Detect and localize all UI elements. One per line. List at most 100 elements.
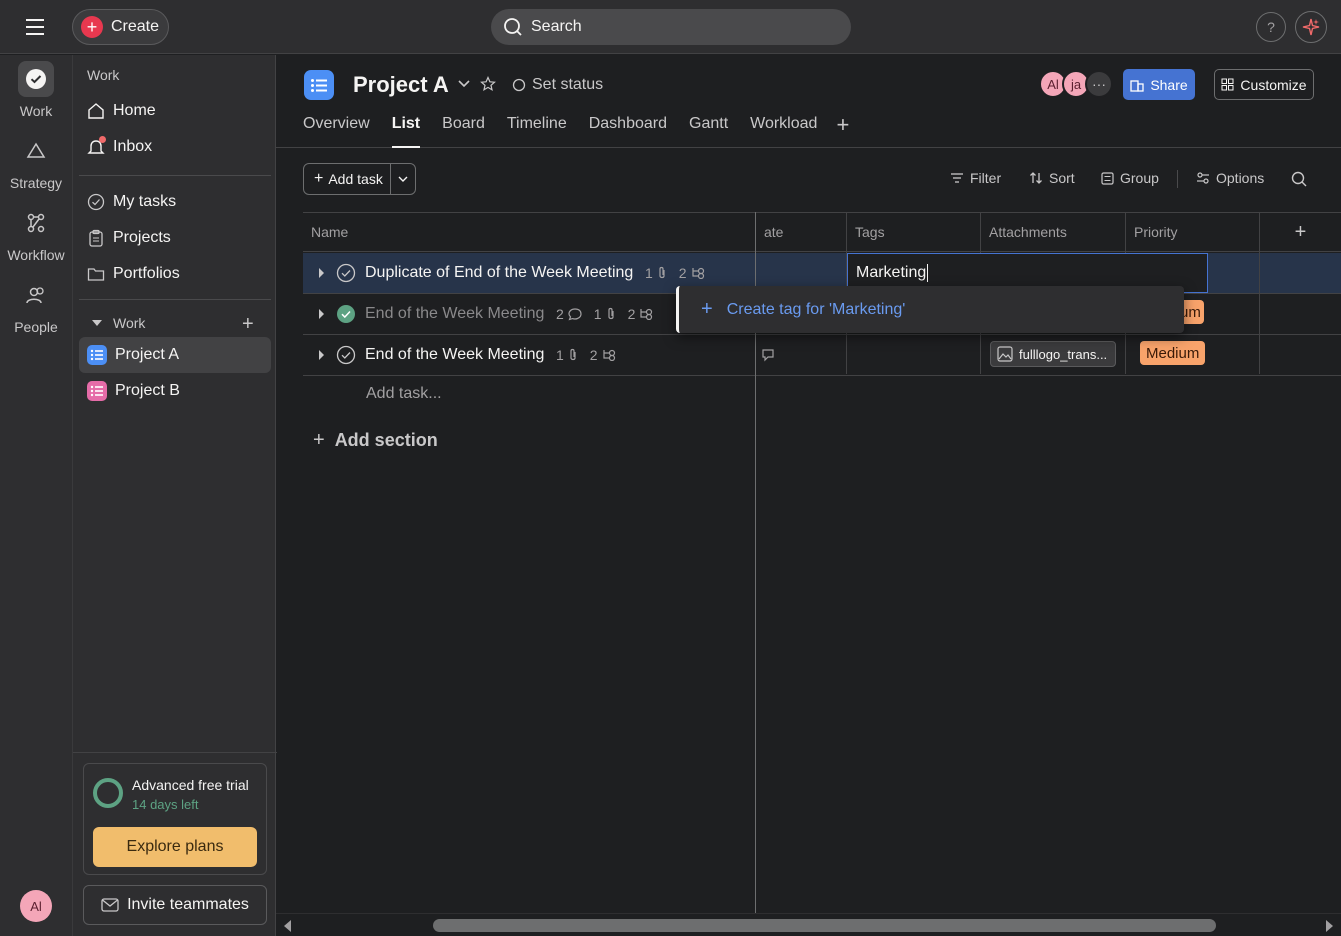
attachment-chip[interactable]: fulllogo_trans...: [990, 341, 1116, 367]
add-task-inline[interactable]: Add task...: [366, 385, 442, 403]
create-tag-label: Create tag for 'Marketing': [726, 300, 906, 318]
add-section-label: Add section: [334, 430, 438, 450]
list-icon: [87, 345, 107, 365]
task-name[interactable]: Duplicate of End of the Week Meeting: [365, 264, 633, 282]
options-button[interactable]: Options: [1196, 170, 1264, 186]
add-task-button[interactable]: + Add task: [304, 164, 391, 194]
rail-item-work[interactable]: Work: [0, 61, 72, 119]
scrollbar-thumb[interactable]: [433, 919, 1216, 932]
tab-workload[interactable]: Workload: [739, 115, 828, 148]
task-name[interactable]: End of the Week Meeting: [365, 346, 544, 364]
sidebar-item-project-b[interactable]: Project B: [79, 373, 271, 409]
column-header-attachments[interactable]: Attachments: [981, 212, 1125, 252]
user-avatar[interactable]: Al: [20, 890, 52, 922]
more-members-icon[interactable]: ···: [1085, 70, 1113, 98]
sort-button[interactable]: Sort: [1029, 170, 1075, 186]
search-placeholder: Search: [531, 18, 582, 35]
sparkle-icon: [1302, 18, 1320, 36]
rail-item-workflow[interactable]: Workflow: [0, 205, 72, 263]
add-project-icon[interactable]: +: [242, 313, 254, 336]
rail-label-workflow: Workflow: [7, 247, 65, 263]
share-label: Share: [1150, 76, 1188, 93]
add-task-dropdown[interactable]: [391, 164, 415, 194]
search-input[interactable]: Search: [491, 9, 851, 45]
help-button[interactable]: ?: [1256, 12, 1286, 42]
tab-gantt[interactable]: Gantt: [678, 115, 739, 148]
hamburger-menu-icon[interactable]: [22, 14, 50, 40]
complete-checkbox[interactable]: [336, 345, 356, 365]
sidebar-section-label: Work: [113, 315, 146, 331]
tab-timeline[interactable]: Timeline: [496, 115, 578, 148]
paperclip-icon: [568, 348, 578, 362]
search-icon[interactable]: [1291, 171, 1307, 187]
options-icon: [1196, 171, 1210, 185]
sidebar-divider: [79, 175, 271, 176]
tab-list[interactable]: List: [381, 115, 431, 148]
rail-label-strategy: Strategy: [9, 175, 63, 191]
tab-dashboard[interactable]: Dashboard: [578, 115, 678, 148]
rail-item-people[interactable]: People: [0, 277, 72, 335]
sort-label: Sort: [1049, 170, 1075, 186]
column-header-date[interactable]: ate: [756, 212, 846, 252]
project-header: Project A Set status Overview List Board…: [276, 55, 1341, 148]
subtask-count: 2: [678, 265, 687, 281]
caret-right-icon[interactable]: [317, 349, 325, 361]
add-column-icon[interactable]: +: [1260, 212, 1341, 252]
add-section-button[interactable]: + Add section: [313, 429, 438, 452]
project-list-icon: [304, 70, 334, 100]
set-status-label: Set status: [532, 76, 604, 93]
scroll-left-icon[interactable]: [282, 919, 292, 933]
customize-button[interactable]: Customize: [1214, 69, 1314, 100]
explore-plans-button[interactable]: Explore plans: [93, 827, 257, 867]
star-icon[interactable]: [480, 76, 496, 92]
plus-icon: +: [81, 16, 103, 38]
create-button[interactable]: + Create: [72, 9, 169, 45]
sidebar-item-label: Project A: [115, 346, 180, 363]
caret-right-icon[interactable]: [317, 267, 325, 279]
sidebar-item-project-a[interactable]: Project A: [79, 337, 271, 373]
caret-right-icon[interactable]: [317, 308, 325, 320]
filter-label: Filter: [970, 170, 1002, 186]
group-label: Group: [1120, 170, 1159, 186]
sidebar-item-home[interactable]: Home: [79, 93, 271, 129]
sidebar-item-my-tasks[interactable]: My tasks: [79, 184, 271, 220]
sidebar-item-label: My tasks: [113, 193, 177, 210]
paperclip-icon: [606, 307, 616, 321]
tab-overview[interactable]: Overview: [303, 115, 381, 148]
horizontal-scrollbar[interactable]: [276, 913, 1341, 936]
sidebar-item-inbox[interactable]: Inbox: [79, 129, 271, 165]
column-header-tags[interactable]: Tags: [847, 212, 980, 252]
sidebar-item-portfolios[interactable]: Portfolios: [79, 256, 271, 292]
task-meta: 2 1 2: [556, 306, 653, 322]
rail-item-strategy[interactable]: Strategy: [0, 133, 72, 191]
add-task-button-group: + Add task: [303, 163, 416, 195]
filter-button[interactable]: Filter: [950, 170, 1001, 186]
sidebar-section-work[interactable]: Work: [91, 315, 145, 331]
column-header-priority[interactable]: Priority: [1126, 212, 1259, 252]
building-icon: [1130, 78, 1144, 92]
share-button[interactable]: Share: [1123, 69, 1195, 100]
sidebar: Work Home Inbox My tasks Projects Portfo…: [72, 55, 277, 936]
completed-checkbox[interactable]: [336, 304, 356, 324]
scroll-right-icon[interactable]: [1325, 919, 1335, 933]
task-name[interactable]: End of the Week Meeting: [365, 305, 544, 323]
add-tab-icon[interactable]: +: [828, 112, 857, 148]
help-icon: ?: [1267, 19, 1275, 35]
invite-teammates-button[interactable]: Invite teammates: [83, 885, 267, 925]
page-title: Project A: [353, 72, 449, 97]
ai-sparkle-button[interactable]: [1295, 11, 1327, 43]
folder-icon: [87, 265, 105, 283]
group-button[interactable]: Group: [1101, 170, 1159, 186]
column-header-name[interactable]: Name: [303, 212, 755, 252]
people-icon: [18, 277, 54, 313]
chevron-down-icon[interactable]: [458, 79, 470, 89]
top-bar: + Create Search ?: [0, 0, 1341, 54]
tab-board[interactable]: Board: [431, 115, 496, 148]
sidebar-item-projects[interactable]: Projects: [79, 220, 271, 256]
priority-badge[interactable]: Medium: [1140, 341, 1206, 365]
complete-checkbox[interactable]: [336, 263, 356, 283]
set-status-button[interactable]: Set status: [512, 76, 603, 94]
check-circle-icon: [87, 193, 105, 211]
create-tag-option[interactable]: + Create tag for 'Marketing': [676, 286, 1184, 333]
workflow-icon: [18, 205, 54, 241]
